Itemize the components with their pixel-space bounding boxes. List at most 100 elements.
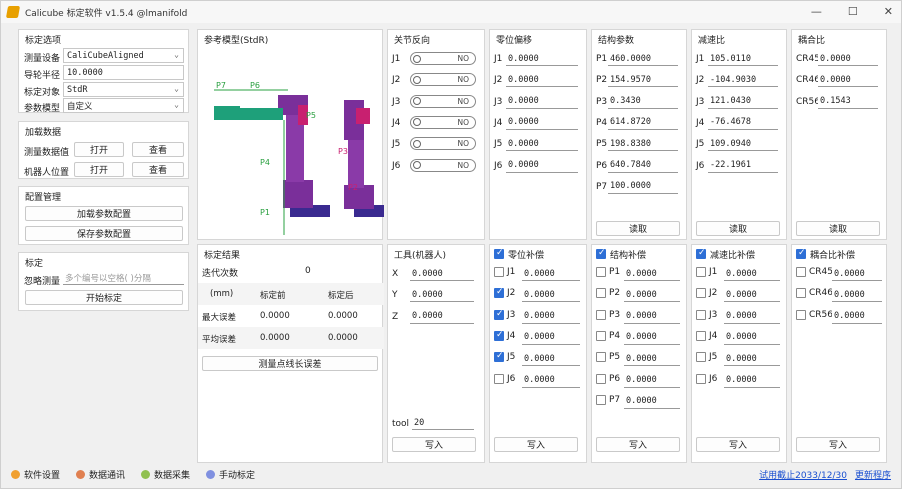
zero-comp-checkbox[interactable]	[494, 287, 504, 299]
struct-comp-input[interactable]: 0.0000	[624, 394, 680, 409]
struct-input[interactable]: 0.3430	[608, 94, 678, 109]
zero-comp-input[interactable]: 0.0000	[522, 373, 580, 388]
ratio-comp-input[interactable]: 0.0000	[724, 309, 780, 324]
couple-input[interactable]: 0.0000	[818, 73, 878, 88]
couple-comp-checkbox[interactable]	[796, 248, 806, 259]
tool-input[interactable]: 0.0000	[410, 288, 474, 303]
ratio-comp-input[interactable]: 0.0000	[724, 288, 780, 303]
save-config-button[interactable]: 保存参数配置	[25, 226, 183, 241]
tool-input[interactable]: 0.0000	[410, 309, 474, 324]
ratio-input[interactable]: 121.0430	[708, 94, 778, 109]
struct-input[interactable]: 460.0000	[608, 52, 678, 66]
load-config-button[interactable]: 加载参数配置	[25, 206, 183, 221]
status-tab[interactable]: 数据通讯	[76, 468, 125, 481]
struct-comp-input[interactable]: 0.0000	[624, 309, 680, 324]
struct-input[interactable]: 614.8720	[608, 115, 678, 130]
open-meas-button[interactable]: 打开	[74, 142, 124, 157]
couple-comp-input[interactable]: 0.0000	[832, 267, 882, 281]
ratio-comp-checkbox[interactable]	[696, 330, 706, 341]
zero-comp-checkbox[interactable]	[494, 309, 504, 320]
status-tab[interactable]: 软件设置	[11, 468, 60, 481]
struct-comp-checkbox[interactable]	[596, 330, 606, 341]
zero-comp-checkbox[interactable]	[494, 248, 504, 259]
joint-dir-toggle[interactable]: NO	[410, 115, 476, 129]
couple-comp-checkbox[interactable]	[796, 267, 806, 277]
struct-comp-input[interactable]: 0.0000	[624, 330, 680, 345]
tool-input[interactable]: 0.0000	[410, 267, 474, 281]
couple-input[interactable]: 0.1543	[818, 94, 878, 109]
joint-dir-toggle[interactable]: NO	[410, 94, 476, 108]
maximize-button[interactable]: ☐	[848, 5, 858, 18]
update-link[interactable]: 更新程序	[855, 468, 891, 481]
view-robot-button[interactable]: 查看	[132, 162, 184, 177]
close-button[interactable]: ✕	[884, 5, 893, 18]
struct-comp-checkbox[interactable]	[596, 248, 606, 259]
zero-input[interactable]: 0.0000	[506, 137, 578, 152]
joint-dir-toggle[interactable]: NO	[410, 158, 476, 172]
zero-comp-write-button[interactable]: 写入	[494, 437, 578, 452]
ratio-comp-checkbox[interactable]	[696, 373, 706, 384]
zero-comp-checkbox[interactable]	[494, 330, 504, 341]
tool-number-input[interactable]: 20	[412, 416, 474, 430]
couple-comp-write-button[interactable]: 写入	[796, 437, 880, 452]
ratio-comp-write-button[interactable]: 写入	[696, 437, 780, 452]
ratio-comp-checkbox[interactable]	[696, 309, 706, 320]
minimize-button[interactable]: —	[811, 5, 822, 18]
ratio-read-button[interactable]: 读取	[696, 221, 780, 236]
ratio-input[interactable]: 109.0940	[708, 137, 778, 152]
ratio-comp-checkbox[interactable]	[696, 267, 706, 277]
zero-comp-checkbox[interactable]	[494, 373, 504, 384]
ratio-comp-input[interactable]: 0.0000	[724, 352, 780, 367]
zero-input[interactable]: 0.0000	[506, 158, 578, 173]
target-select[interactable]: StdR ⌄	[63, 82, 184, 97]
struct-input[interactable]: 640.7840	[608, 158, 678, 173]
status-tab[interactable]: 数据采集	[141, 468, 190, 481]
ratio-comp-input[interactable]: 0.0000	[724, 330, 780, 345]
ratio-input[interactable]: -76.4678	[708, 115, 778, 130]
tool-write-button[interactable]: 写入	[392, 437, 476, 452]
couple-comp-input[interactable]: 0.0000	[832, 288, 882, 303]
zero-comp-input[interactable]: 0.0000	[522, 330, 580, 345]
zero-input[interactable]: 0.0000	[506, 94, 578, 109]
joint-dir-toggle[interactable]: NO	[410, 73, 476, 87]
open-robot-button[interactable]: 打开	[74, 162, 124, 177]
zero-comp-checkbox[interactable]	[494, 267, 504, 277]
struct-comp-checkbox[interactable]	[596, 288, 606, 299]
couple-input[interactable]: 0.0000	[818, 52, 878, 66]
couple-read-button[interactable]: 读取	[796, 221, 880, 236]
joint-dir-toggle[interactable]: NO	[410, 52, 476, 65]
couple-comp-checkbox[interactable]	[796, 309, 806, 320]
struct-comp-write-button[interactable]: 写入	[596, 437, 680, 452]
zero-input[interactable]: 0.0000	[506, 52, 578, 66]
radius-input[interactable]: 10.0000	[63, 65, 184, 80]
zero-input[interactable]: 0.0000	[506, 73, 578, 88]
struct-read-button[interactable]: 读取	[596, 221, 680, 236]
ratio-comp-input[interactable]: 0.0000	[724, 267, 780, 281]
ptype-select[interactable]: 自定义 ⌄	[63, 98, 184, 113]
trial-link[interactable]: 试用截止2033/12/30	[759, 468, 847, 481]
struct-comp-input[interactable]: 0.0000	[624, 267, 680, 281]
couple-comp-input[interactable]: 0.0000	[832, 309, 882, 324]
ratio-comp-checkbox[interactable]	[696, 248, 706, 259]
struct-comp-checkbox[interactable]	[596, 394, 606, 405]
struct-comp-checkbox[interactable]	[596, 373, 606, 384]
measure-line-error-button[interactable]: 测量点线长误差	[202, 356, 378, 371]
struct-comp-input[interactable]: 0.0000	[624, 373, 680, 388]
struct-comp-checkbox[interactable]	[596, 267, 606, 277]
joint-dir-toggle[interactable]: NO	[410, 137, 476, 151]
status-tab[interactable]: 手动标定	[206, 468, 255, 481]
ratio-input[interactable]: -22.1961	[708, 158, 778, 173]
ratio-input[interactable]: 105.0110	[708, 52, 778, 66]
view-meas-button[interactable]: 查看	[132, 142, 184, 157]
start-calib-button[interactable]: 开始标定	[25, 290, 183, 305]
zero-comp-input[interactable]: 0.0000	[522, 352, 580, 367]
zero-comp-input[interactable]: 0.0000	[522, 288, 580, 303]
couple-comp-checkbox[interactable]	[796, 288, 806, 299]
ignore-input[interactable]: 多个编号以空格( )分隔	[63, 271, 184, 285]
ratio-comp-checkbox[interactable]	[696, 352, 706, 363]
struct-comp-checkbox[interactable]	[596, 352, 606, 363]
zero-comp-input[interactable]: 0.0000	[522, 267, 580, 281]
struct-input[interactable]: 154.9570	[608, 73, 678, 88]
ratio-comp-checkbox[interactable]	[696, 288, 706, 299]
struct-comp-checkbox[interactable]	[596, 309, 606, 320]
